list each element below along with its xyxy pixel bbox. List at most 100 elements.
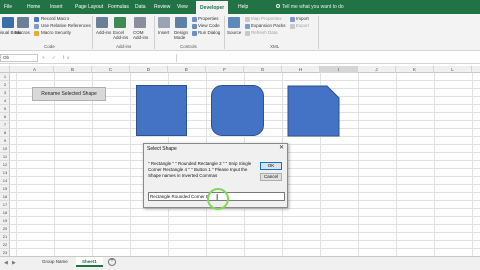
row-header[interactable]: 3 bbox=[0, 89, 10, 97]
tab-file[interactable]: File bbox=[4, 0, 12, 14]
design-mode-icon[interactable] bbox=[175, 17, 187, 28]
tab-review[interactable]: Review bbox=[154, 0, 170, 14]
column-header[interactable]: J bbox=[358, 66, 396, 73]
addins-button[interactable]: Add-ins bbox=[96, 30, 111, 36]
select-all-corner[interactable] bbox=[0, 66, 10, 73]
dialog-title: Select Shape bbox=[147, 146, 177, 152]
column-header[interactable]: F bbox=[206, 66, 244, 73]
rounded-rectangle-shape[interactable] bbox=[211, 85, 264, 136]
row-header[interactable]: 13 bbox=[0, 169, 10, 177]
row-header[interactable]: 4 bbox=[0, 97, 10, 105]
ribbon-tab-bar: File Home Insert Page Layout Formulas Da… bbox=[0, 0, 480, 14]
next-sheet-icon[interactable]: ▶ bbox=[12, 260, 16, 266]
group-separator bbox=[318, 16, 319, 49]
insert-control-icon[interactable] bbox=[158, 17, 170, 28]
row-header[interactable]: 21 bbox=[0, 233, 10, 241]
row-header[interactable]: 20 bbox=[0, 225, 10, 233]
column-header[interactable]: B bbox=[54, 66, 92, 73]
row-header[interactable]: 11 bbox=[0, 153, 10, 161]
row-header[interactable]: 19 bbox=[0, 217, 10, 225]
row-header[interactable]: 14 bbox=[0, 177, 10, 185]
formula-bar: Ob × ✓ fx bbox=[0, 52, 480, 64]
tell-me-box[interactable]: Tell me what you want to do bbox=[282, 0, 344, 14]
column-header[interactable]: E bbox=[168, 66, 206, 73]
com-addins-button[interactable]: COM Add-ins bbox=[133, 30, 149, 40]
import-button[interactable]: Import bbox=[296, 16, 309, 22]
refresh-data-button[interactable]: Refresh Data bbox=[251, 30, 278, 36]
record-macro-icon bbox=[34, 17, 39, 22]
name-box[interactable]: Ob bbox=[0, 54, 38, 62]
column-header[interactable]: C bbox=[92, 66, 130, 73]
view-code-button[interactable]: View Code bbox=[198, 23, 220, 29]
column-header[interactable]: K bbox=[396, 66, 434, 73]
column-header[interactable]: I bbox=[320, 66, 358, 73]
tab-page-layout[interactable]: Page Layout bbox=[75, 0, 103, 14]
row-header[interactable]: 23 bbox=[0, 249, 10, 256]
export-button[interactable]: Export bbox=[296, 23, 309, 29]
row-header[interactable]: 2 bbox=[0, 81, 10, 89]
formula-input[interactable] bbox=[176, 54, 476, 62]
row-headers: 1 2 3 4 5 6 7 8 9 10 11 12 13 14 15 16 17 18 19 20 21 22 23 bbox=[0, 73, 10, 256]
row-header[interactable]: 12 bbox=[0, 161, 10, 169]
column-header[interactable]: M bbox=[472, 66, 480, 73]
row-header[interactable]: 10 bbox=[0, 145, 10, 153]
macros-button[interactable]: Macros bbox=[15, 30, 30, 36]
insert-control-button[interactable]: Insert bbox=[158, 30, 169, 36]
column-header[interactable]: H bbox=[282, 66, 320, 73]
row-header[interactable]: 22 bbox=[0, 241, 10, 249]
excel-addins-button[interactable]: Excel Add-ins bbox=[113, 30, 129, 40]
ok-button[interactable]: OK bbox=[260, 162, 282, 170]
row-header[interactable]: 1 bbox=[0, 73, 10, 81]
tab-home[interactable]: Home bbox=[27, 0, 40, 14]
row-header[interactable]: 6 bbox=[0, 113, 10, 121]
sheet-tab-sheet1[interactable]: Sheet1 bbox=[76, 257, 103, 267]
com-addins-icon[interactable] bbox=[134, 17, 146, 28]
snip-corner-rectangle-shape[interactable] bbox=[287, 85, 340, 137]
relative-refs-button[interactable]: Use Relative References bbox=[41, 23, 91, 29]
addins-icon[interactable] bbox=[96, 17, 108, 28]
visual-basic-icon[interactable] bbox=[2, 17, 14, 28]
source-button[interactable]: Source bbox=[227, 30, 241, 36]
macro-security-button[interactable]: Macro Security bbox=[41, 30, 71, 36]
group-separator bbox=[154, 16, 155, 49]
column-header[interactable]: D bbox=[130, 66, 168, 73]
column-header[interactable]: A bbox=[16, 66, 54, 73]
row-header[interactable]: 9 bbox=[0, 137, 10, 145]
excel-addins-icon[interactable] bbox=[114, 17, 126, 28]
expansion-packs-button[interactable]: Expansion Packs bbox=[251, 23, 286, 29]
tab-formulas[interactable]: Formulas bbox=[108, 0, 129, 14]
tab-insert[interactable]: Insert bbox=[50, 0, 63, 14]
tab-developer[interactable]: Developer bbox=[196, 0, 229, 14]
sheet-tab-group-name[interactable]: Group Name bbox=[36, 257, 74, 267]
macros-icon[interactable] bbox=[17, 17, 29, 28]
close-icon[interactable]: ✕ bbox=[279, 145, 284, 152]
add-sheet-icon[interactable]: + bbox=[108, 258, 116, 266]
design-mode-button[interactable]: Design Mode bbox=[174, 30, 188, 40]
row-header[interactable]: 17 bbox=[0, 201, 10, 209]
run-dialog-button[interactable]: Run Dialog bbox=[198, 30, 220, 36]
code-group-label: Code bbox=[44, 44, 55, 49]
formula-bar-buttons[interactable]: × ✓ fx bbox=[42, 54, 172, 62]
addins-group-label: Add-ins bbox=[116, 44, 132, 49]
row-header[interactable]: 16 bbox=[0, 193, 10, 201]
map-properties-button[interactable]: Map Properties bbox=[251, 16, 282, 22]
rename-selected-shape-button[interactable]: Rename Selected Shape bbox=[32, 87, 106, 101]
column-header[interactable]: G bbox=[244, 66, 282, 73]
tab-view[interactable]: View bbox=[177, 0, 188, 14]
cancel-button[interactable]: Cancel bbox=[260, 173, 282, 181]
properties-button[interactable]: Properties bbox=[198, 16, 219, 22]
rectangle-shape[interactable] bbox=[136, 85, 187, 136]
row-header[interactable]: 5 bbox=[0, 105, 10, 113]
column-header[interactable]: L bbox=[434, 66, 472, 73]
record-macro-button[interactable]: Record Macro bbox=[41, 16, 69, 22]
export-icon bbox=[290, 24, 295, 29]
tab-help[interactable]: Help bbox=[238, 0, 248, 14]
prev-sheet-icon[interactable]: ◀ bbox=[4, 260, 8, 266]
row-header[interactable]: 18 bbox=[0, 209, 10, 217]
group-separator bbox=[224, 16, 225, 49]
source-icon[interactable] bbox=[228, 17, 240, 28]
row-header[interactable]: 8 bbox=[0, 129, 10, 137]
row-header[interactable]: 7 bbox=[0, 121, 10, 129]
row-header[interactable]: 15 bbox=[0, 185, 10, 193]
tab-data[interactable]: Data bbox=[135, 0, 146, 14]
